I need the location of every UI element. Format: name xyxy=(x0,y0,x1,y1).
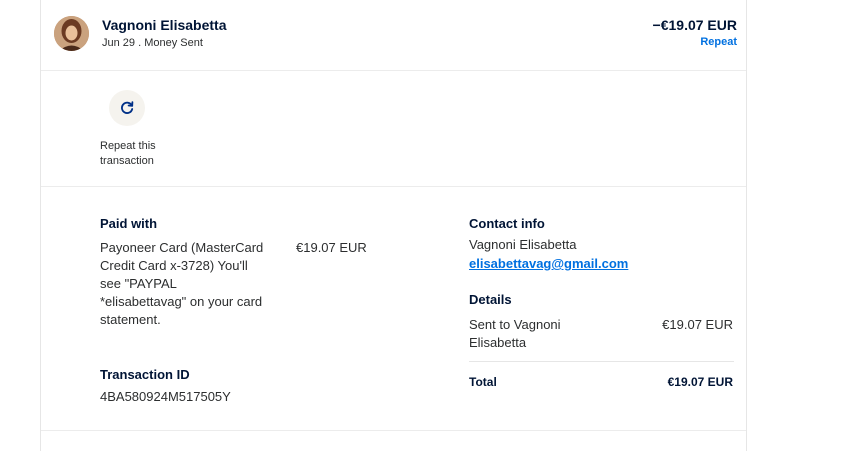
total-amount: €19.07 EUR xyxy=(667,375,733,389)
payment-method-description: Payoneer Card (MasterCard Credit Card x-… xyxy=(100,240,264,327)
avatar xyxy=(54,16,89,51)
divider xyxy=(41,186,746,187)
total-label: Total xyxy=(469,375,497,389)
paid-with-heading: Paid with xyxy=(100,216,158,231)
transaction-date-type: Jun 29 . Money Sent xyxy=(102,37,203,49)
transaction-amount: −€19.07 EUR xyxy=(652,17,737,33)
refresh-icon xyxy=(121,101,134,114)
divider xyxy=(41,70,746,71)
contact-name: Vagnoni Elisabetta xyxy=(469,237,577,252)
repeat-transaction-label[interactable]: Repeat this transaction xyxy=(100,139,180,169)
divider xyxy=(41,430,746,431)
repeat-transaction-button[interactable] xyxy=(109,90,145,126)
sent-to-label: Sent to Vagnoni Elisabetta xyxy=(469,317,561,350)
contact-email-link[interactable]: elisabettavag@gmail.com xyxy=(469,255,628,273)
avatar-image xyxy=(54,16,89,51)
contact-info-heading: Contact info xyxy=(469,216,545,231)
details-heading: Details xyxy=(469,292,512,307)
transaction-id-heading: Transaction ID xyxy=(100,367,190,382)
transaction-detail-card: Vagnoni Elisabetta Jun 29 . Money Sent −… xyxy=(40,0,747,451)
transaction-id-value: 4BA580924M517505Y xyxy=(100,389,231,404)
sent-to-amount: €19.07 EUR xyxy=(662,317,733,332)
total-divider xyxy=(469,361,734,362)
payment-method-amount: €19.07 EUR xyxy=(296,240,367,255)
repeat-link[interactable]: Repeat xyxy=(700,36,737,48)
counterparty-name: Vagnoni Elisabetta xyxy=(102,17,227,33)
